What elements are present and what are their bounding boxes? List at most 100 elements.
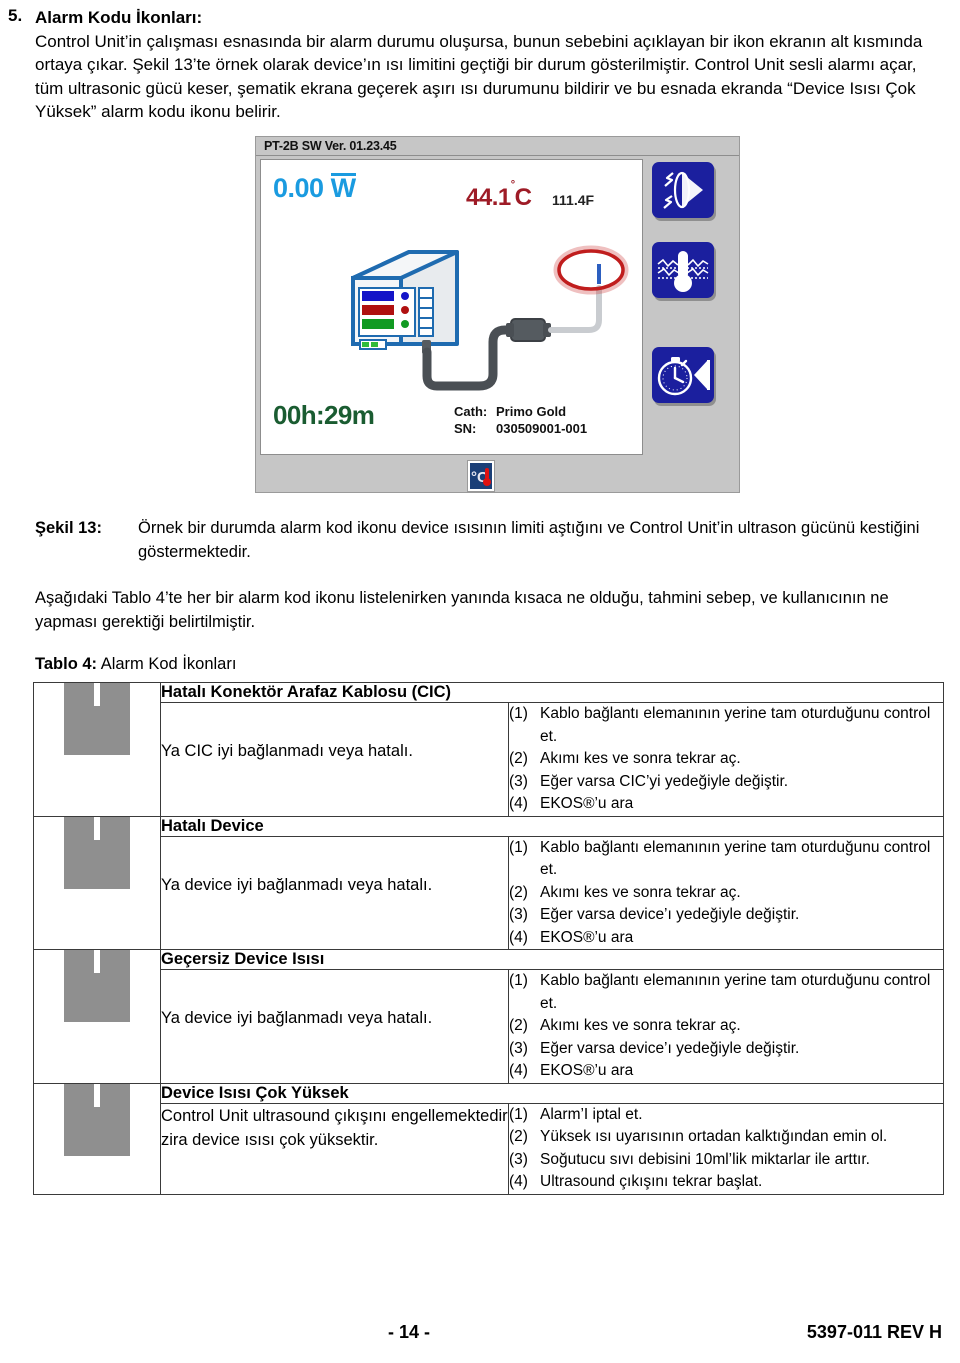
- table-label: Tablo 4: Alarm Kod İkonları: [35, 655, 236, 674]
- step-number: (1): [509, 838, 528, 856]
- table-row: CIC Hatalı Konektör Arafaz Kablosu (CIC): [33, 682, 945, 817]
- alarm-icon-frame: °C: [94, 950, 100, 973]
- step-item: (1) Kablo bağlantı elemanının yerine tam…: [509, 837, 943, 882]
- step-item: (2) Akımı kes ve sonra tekrar aç.: [509, 1015, 943, 1038]
- step-item: (4) EKOS®’u ara: [509, 927, 943, 950]
- table-row: Control Unit ultrasound çıkışını engelle…: [34, 1102, 945, 1195]
- step-item: (1) Alarm’I iptal et.: [509, 1104, 943, 1127]
- alarm-title-cell: Geçersiz Device Isısı: [159, 949, 945, 970]
- cath-label: Cath:: [454, 404, 488, 419]
- step-text: Akımı kes ve sonra tekrar aç.: [540, 1017, 741, 1034]
- step-number: (3): [509, 906, 528, 923]
- step-text: Ultrasound çıkışını tekrar başlat.: [540, 1173, 763, 1190]
- device-temp-too-high-alarm-icon: °C: [467, 460, 495, 492]
- step-text: Kablo bağlantı elemanının yerine tam otu…: [540, 972, 931, 1012]
- table-label-title: Alarm Kod İkonları: [97, 655, 237, 673]
- step-text: Yüksek ısı uyarısının ortadan kalktığınd…: [540, 1128, 888, 1145]
- step-text: Kablo bağlantı elemanının yerine tam otu…: [540, 838, 931, 879]
- step-item: (2) Akımı kes ve sonra tekrar aç.: [509, 882, 943, 905]
- alarm-icon-cic: CIC: [64, 683, 130, 755]
- step-item: (2) Akımı kes ve sonra tekrar aç.: [509, 748, 943, 771]
- step-item: (3) Eğer varsa device’ı yedeğiyle değişt…: [509, 904, 943, 927]
- alarm-icon-cath: CATH: [64, 816, 130, 889]
- alarm-steps-cell: (1) Kablo bağlantı elemanının yerine tam…: [507, 969, 945, 1084]
- temperature-graph-button[interactable]: [652, 242, 714, 298]
- alarm-icon-invalid-temp: °C: [64, 950, 130, 1022]
- step-text: Kablo bağlantı elemanının yerine tam otu…: [540, 705, 931, 745]
- celsius-thermometer-glyph: °C: [471, 468, 491, 486]
- step-text: Eğer varsa device’ı yedeğiyle değiştir.: [540, 906, 800, 923]
- step-text: Soğutucu sıvı debisini 10ml’lik miktarla…: [540, 1150, 870, 1168]
- table-row: Ya device iyi bağlanmadı veya hatalı. (1…: [34, 969, 945, 1084]
- step-item: (4) Ultrasound çıkışını tekrar başlat.: [509, 1171, 943, 1194]
- alarm-title-cell: Hatalı Konektör Arafaz Kablosu (CIC): [159, 682, 945, 703]
- paragraph-table-intro: Aşağıdaki Tablo 4’te her bir alarm kod i…: [35, 589, 889, 631]
- stopwatch-icon: [657, 357, 710, 396]
- alarm-icon-frame: °C: [94, 1083, 100, 1107]
- alarm-description-cell: Ya CIC iyi bağlanmadı veya hatalı.: [160, 702, 509, 817]
- table-row: Ya device iyi bağlanmadı veya hatalı. (1…: [34, 835, 945, 950]
- figure-caption-label: Şekil 13:: [35, 519, 102, 537]
- step-text: Eğer varsa CIC’yi yedeğiyle değiştir.: [540, 772, 789, 790]
- cath-value: Primo Gold: [496, 404, 567, 419]
- intro-number: 5.: [8, 6, 23, 25]
- alarm-icon-cell: °C: [33, 1082, 161, 1195]
- figure-caption: Şekil 13: Örnek bir durumda alarm kod ik…: [0, 516, 960, 564]
- alarm-icon-cell: °C: [33, 949, 161, 1084]
- step-text: EKOS®’u ara: [540, 1062, 634, 1079]
- timer-button[interactable]: [652, 347, 714, 403]
- table-row: °C Geçersiz Device Isısı: [33, 949, 945, 1084]
- step-number: (1): [509, 705, 528, 722]
- figure-caption-text: Örnek bir durumda alarm kod ikonu device…: [138, 519, 920, 561]
- alarm-title-cell: Hatalı Device: [159, 815, 945, 837]
- step-number: (3): [509, 772, 528, 790]
- table-label-number: Tablo 4:: [35, 655, 98, 673]
- step-number: (4): [509, 928, 528, 946]
- table-row: Ya CIC iyi bağlanmadı veya hatalı. (1) K…: [34, 702, 945, 817]
- figure-titlebar-text: PT-2B SW Ver. 01.23.45: [264, 139, 397, 153]
- alarm-icon-frame: CIC: [94, 683, 100, 706]
- alarm-steps-cell: (1) Kablo bağlantı elemanının yerine tam…: [507, 702, 945, 817]
- alarm-code-table: CIC Hatalı Konektör Arafaz Kablosu (CIC)…: [33, 682, 945, 1195]
- step-item: (4) EKOS®’u ara: [509, 793, 943, 816]
- alarm-icon-temp-too-high: °C: [64, 1083, 130, 1156]
- step-text: EKOS®’u ara: [540, 928, 634, 946]
- step-number: (4): [509, 1173, 528, 1190]
- alarm-steps-cell: (1) Kablo bağlantı elemanının yerine tam…: [507, 835, 945, 950]
- step-item: (1) Kablo bağlantı elemanının yerine tam…: [509, 970, 943, 1015]
- step-item: (4) EKOS®’u ara: [509, 1060, 943, 1083]
- control-unit-illustration: [351, 250, 459, 354]
- catheter-loop-illustration: [557, 249, 625, 291]
- alarm-description-cell: Control Unit ultrasound çıkışını engelle…: [160, 1102, 509, 1195]
- page-number: - 14 -: [388, 1322, 431, 1342]
- sn-value: 030509001-001: [496, 421, 588, 436]
- intro-body: Alarm Kodu İkonları: Control Unit’in çal…: [35, 6, 940, 124]
- connector-illustration: [510, 318, 546, 342]
- figure-titlebar: PT-2B SW Ver. 01.23.45: [256, 137, 739, 156]
- step-number: (1): [509, 972, 528, 989]
- step-item: (1) Kablo bağlantı elemanının yerine tam…: [509, 703, 943, 748]
- device-display-area: 0.00 W 44.1°C 111.4F 00h:29m Cath: Primo…: [260, 159, 643, 455]
- alarm-icon-frame: CATH: [94, 816, 100, 840]
- ultrasound-button[interactable]: [652, 162, 714, 218]
- sn-label: SN:: [454, 421, 477, 436]
- alarm-icon-cell: CIC: [33, 682, 161, 817]
- alarm-description-cell: Ya device iyi bağlanmadı veya hatalı.: [160, 835, 509, 950]
- step-item: (2) Yüksek ısı uyarısının ortadan kalktı…: [509, 1126, 943, 1149]
- step-text: Akımı kes ve sonra tekrar aç.: [540, 750, 741, 767]
- alarm-title-cell: Device Isısı Çok Yüksek: [159, 1082, 945, 1104]
- catheter-info: Cath: Primo Gold SN: 030509001-001: [454, 403, 587, 437]
- step-text: Akımı kes ve sonra tekrar aç.: [540, 883, 741, 901]
- intro-title: Alarm Kodu İkonları:: [35, 8, 203, 27]
- alarm-icon-cell: CATH: [33, 815, 161, 950]
- step-number: (4): [509, 795, 528, 812]
- table-row: CATH Hatalı Device: [33, 815, 945, 950]
- step-number: (2): [509, 1017, 528, 1034]
- table-row: °C Device Isısı Çok Yüksek: [33, 1082, 945, 1195]
- step-number: (3): [509, 1150, 528, 1168]
- intro-text: Control Unit’in çalışması esnasında bir …: [35, 31, 923, 122]
- ultrasound-icon: [663, 171, 703, 209]
- step-number: (2): [509, 883, 528, 901]
- alarm-description-cell: Ya device iyi bağlanmadı veya hatalı.: [160, 969, 509, 1084]
- step-number: (2): [509, 1128, 528, 1145]
